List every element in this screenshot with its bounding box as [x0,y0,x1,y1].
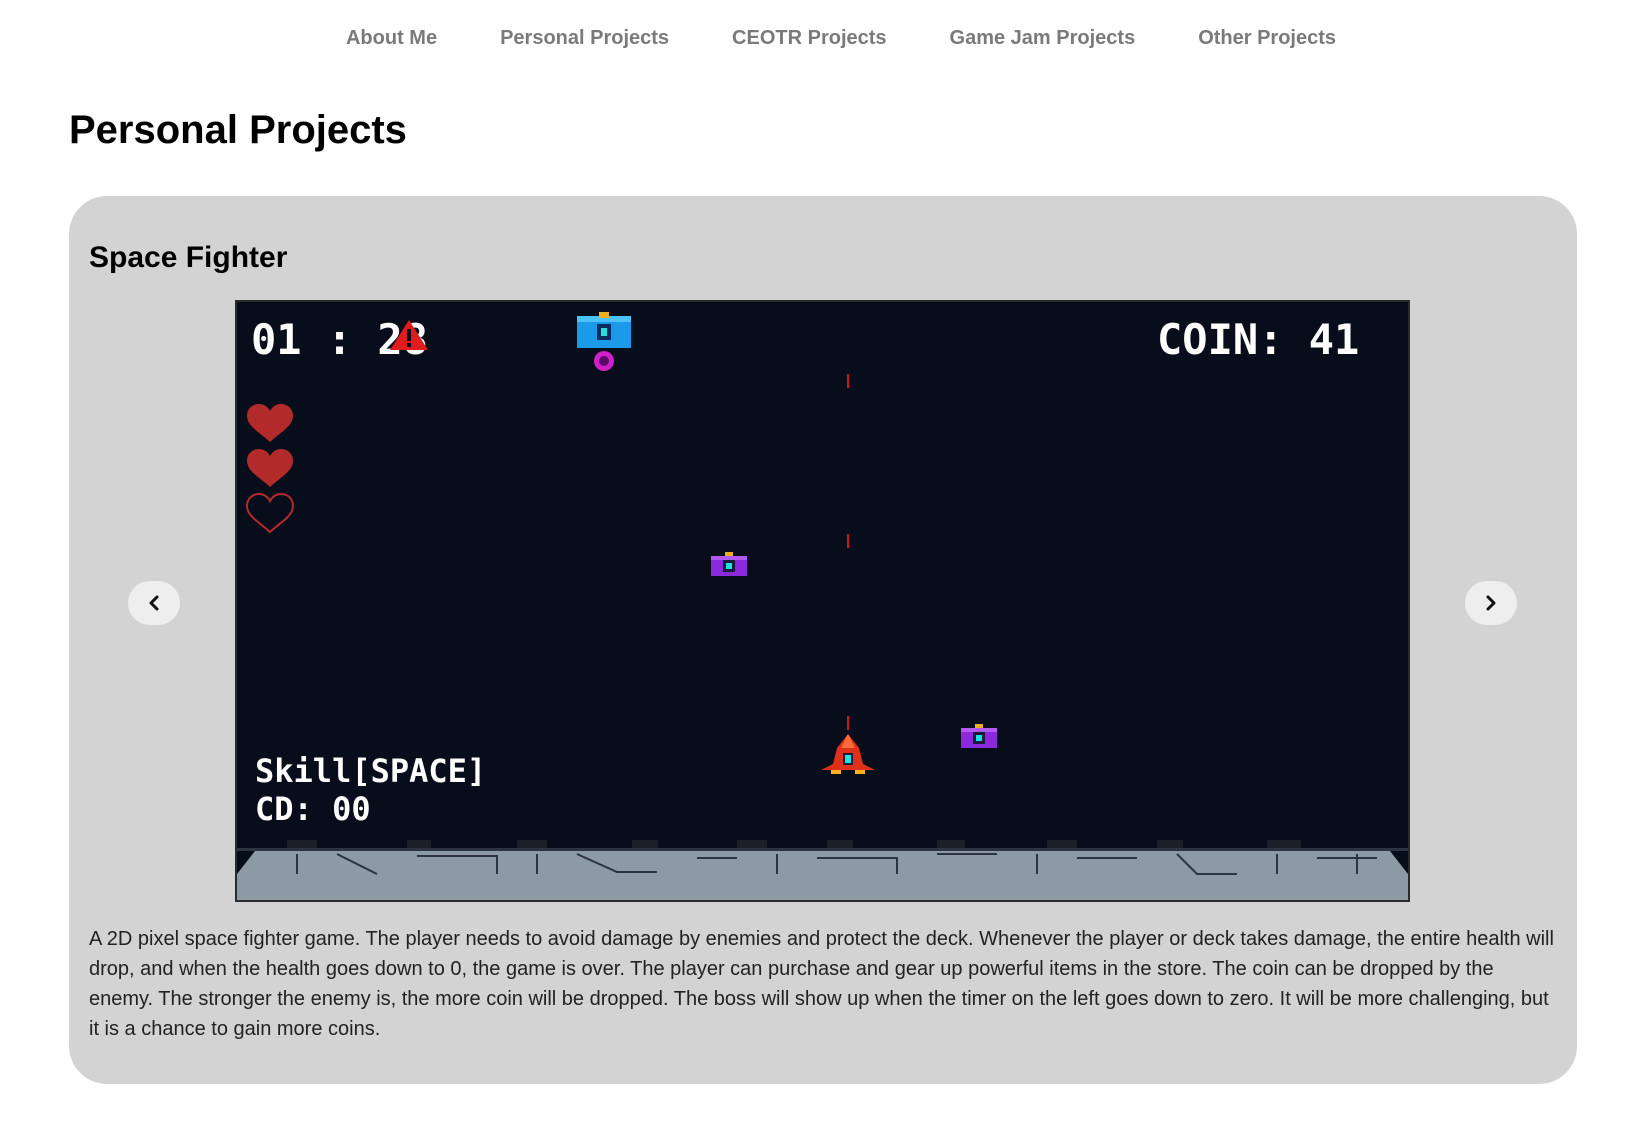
coin-counter: COIN: 41 [1157,315,1359,364]
nav-ceotr-projects[interactable]: CEOTR Projects [732,27,886,50]
deck-floor [237,840,1408,900]
carousel-next-button[interactable] [1465,581,1517,625]
boss-enemy-sprite [577,312,631,371]
carousel-prev-button[interactable] [128,581,180,625]
chevron-right-icon [1486,595,1496,611]
laser-shot [847,374,849,388]
laser-shot [847,534,849,548]
health-hearts [245,404,295,534]
project-description: A 2D pixel space fighter game. The playe… [89,928,1554,1040]
chevron-left-icon [149,595,159,611]
nav-other-projects[interactable]: Other Projects [1198,27,1336,50]
enemy-sprite [711,552,747,576]
heart-empty-icon [245,492,295,534]
nav-about-me[interactable]: About Me [346,27,437,50]
player-ship-sprite [821,734,875,774]
page-title: Personal Projects [69,108,407,152]
cooldown-label: CD: 00 [255,790,371,828]
heart-full-icon [247,449,293,487]
game-screenshot: 01 : 28 COIN: 41 Skill[SPACE] CD: 00 [235,300,1410,902]
project-card: Space Fighter 01 : 28 COIN: 41 Skill[SPA… [69,196,1577,1084]
skill-label: Skill[SPACE] [255,752,486,790]
project-title: Space Fighter [89,241,288,274]
nav-list: About Me Personal Projects CEOTR Project… [346,27,1336,50]
enemy-sprite [961,724,997,748]
nav-personal-projects[interactable]: Personal Projects [500,27,669,50]
heart-full-icon [247,404,293,442]
laser-shot [847,716,849,730]
top-nav: About Me Personal Projects CEOTR Project… [0,0,1642,76]
nav-game-jam-projects[interactable]: Game Jam Projects [950,27,1136,50]
